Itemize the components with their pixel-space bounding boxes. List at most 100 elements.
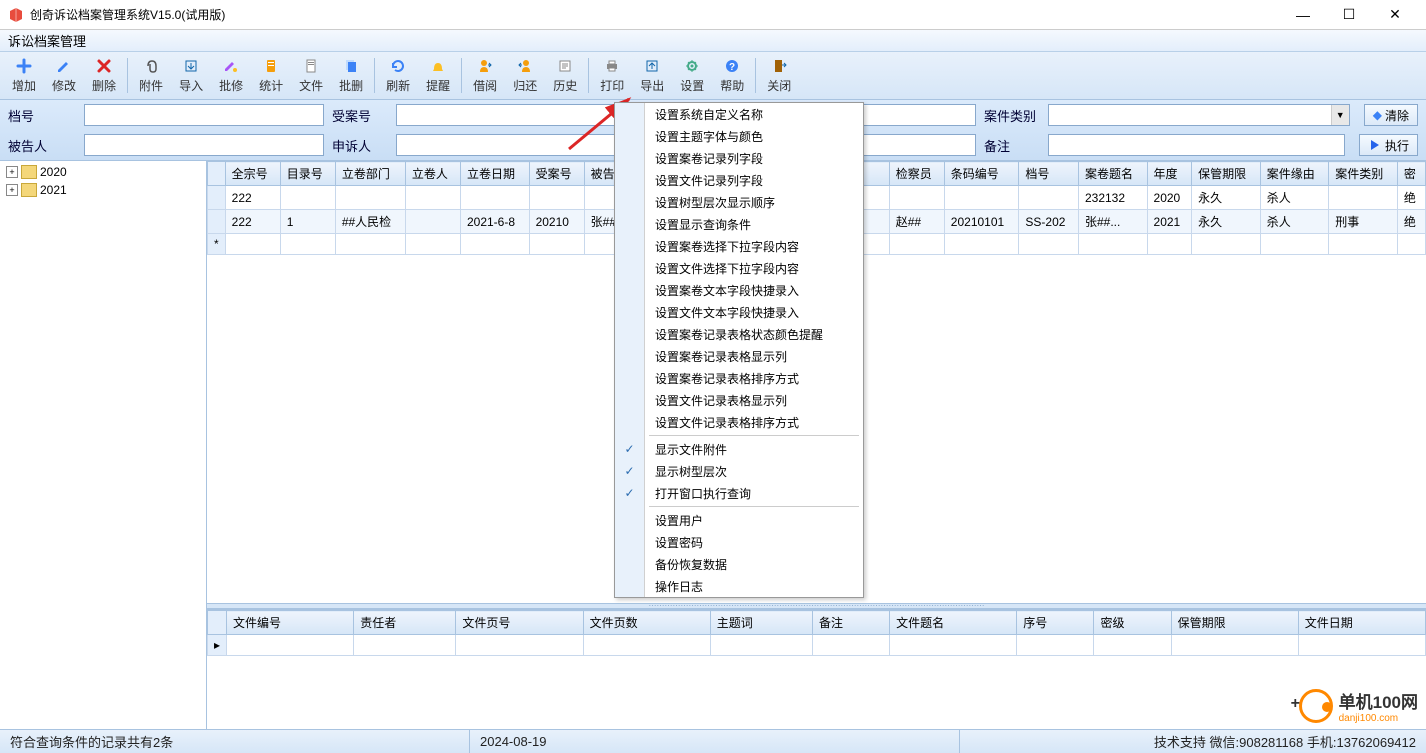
col-jianchayuan[interactable]: 检察员 bbox=[889, 162, 944, 186]
folder-icon bbox=[21, 183, 37, 197]
menu-item[interactable]: 设置案卷选择下拉字段内容 bbox=[615, 235, 863, 257]
table-row[interactable]: ▸ bbox=[208, 635, 1426, 656]
close-window-button[interactable]: ✕ bbox=[1372, 0, 1418, 30]
batch-edit-button[interactable]: 批修 bbox=[211, 54, 251, 97]
help-button[interactable]: ?帮助 bbox=[712, 54, 752, 97]
col-wenjianbh[interactable]: 文件编号 bbox=[227, 611, 354, 635]
col-wenjiantiming[interactable]: 文件题名 bbox=[890, 611, 1017, 635]
defendant-input[interactable] bbox=[84, 134, 324, 156]
run-icon bbox=[1368, 138, 1382, 152]
close-button[interactable]: 关闭 bbox=[759, 54, 799, 97]
col-miji[interactable]: 密级 bbox=[1094, 611, 1171, 635]
menu-item[interactable]: 设置案卷文本字段快捷录入 bbox=[615, 279, 863, 301]
plus-icon bbox=[15, 57, 33, 75]
clipboard-icon bbox=[262, 57, 280, 75]
detail-table[interactable]: 文件编号 责任者 文件页号 文件页数 主题词 备注 文件题名 序号 密级 保管期… bbox=[207, 609, 1426, 729]
menu-item[interactable]: 设置系统自定义名称 bbox=[615, 103, 863, 125]
folder-icon bbox=[21, 165, 37, 179]
col-miji[interactable]: 密 bbox=[1397, 162, 1425, 186]
menu-item[interactable]: 设置案卷记录列字段 bbox=[615, 147, 863, 169]
import-button[interactable]: 导入 bbox=[171, 54, 211, 97]
refresh-button[interactable]: 刷新 bbox=[378, 54, 418, 97]
menu-item[interactable]: 设置案卷记录表格状态颜色提醒 bbox=[615, 323, 863, 345]
status-date: 2024-08-19 bbox=[470, 730, 960, 753]
tree-node-2021[interactable]: + 2021 bbox=[2, 181, 204, 199]
menu-item[interactable]: 设置树型层次显示顺序 bbox=[615, 191, 863, 213]
col-tiaoma[interactable]: 条码编号 bbox=[944, 162, 1019, 186]
menu-item[interactable]: 设置用户 bbox=[615, 509, 863, 531]
col-zerenz[interactable]: 责任者 bbox=[354, 611, 456, 635]
col-lijuanren[interactable]: 立卷人 bbox=[405, 162, 460, 186]
attach-button[interactable]: 附件 bbox=[131, 54, 171, 97]
menu-item[interactable]: 设置案卷记录表格排序方式 bbox=[615, 367, 863, 389]
batch-delete-button[interactable]: 批删 bbox=[331, 54, 371, 97]
edit-button[interactable]: 修改 bbox=[44, 54, 84, 97]
file-button[interactable]: 文件 bbox=[291, 54, 331, 97]
defendant-label: 被告人 bbox=[8, 136, 80, 155]
col-anjuantiming[interactable]: 案卷题名 bbox=[1078, 162, 1147, 186]
svg-text:?: ? bbox=[729, 62, 735, 73]
print-button[interactable]: 打印 bbox=[592, 54, 632, 97]
col-zhutici[interactable]: 主题词 bbox=[710, 611, 812, 635]
bell-icon bbox=[429, 57, 447, 75]
col-lijuanbumen[interactable]: 立卷部门 bbox=[335, 162, 405, 186]
add-button[interactable]: 增加 bbox=[4, 54, 44, 97]
expand-icon[interactable]: + bbox=[6, 184, 18, 196]
menu-item-label: 设置案卷选择下拉字段内容 bbox=[645, 238, 863, 255]
col-mulu[interactable]: 目录号 bbox=[280, 162, 335, 186]
settings-button[interactable]: 设置 bbox=[672, 54, 712, 97]
menu-item[interactable]: 设置密码 bbox=[615, 531, 863, 553]
menu-item[interactable]: 操作日志 bbox=[615, 575, 863, 597]
borrow-button[interactable]: 借阅 bbox=[465, 54, 505, 97]
col-xuhao[interactable]: 序号 bbox=[1017, 611, 1094, 635]
col-lijuanriqi[interactable]: 立卷日期 bbox=[460, 162, 529, 186]
col-niandu[interactable]: 年度 bbox=[1147, 162, 1192, 186]
menu-item-label: 设置案卷记录表格显示列 bbox=[645, 348, 863, 365]
clear-button[interactable]: ◆清除 bbox=[1364, 104, 1418, 126]
menu-item[interactable]: 设置主题字体与颜色 bbox=[615, 125, 863, 147]
menu-item-label: 设置主题字体与颜色 bbox=[645, 128, 863, 145]
horizontal-splitter[interactable] bbox=[207, 603, 1426, 609]
minimize-button[interactable]: — bbox=[1280, 0, 1326, 30]
col-beizhu[interactable]: 备注 bbox=[812, 611, 889, 635]
return-button[interactable]: 归还 bbox=[505, 54, 545, 97]
col-shouanhao[interactable]: 受案号 bbox=[529, 162, 584, 186]
col-quanzong[interactable]: 全宗号 bbox=[225, 162, 280, 186]
menu-item[interactable]: 设置案卷记录表格显示列 bbox=[615, 345, 863, 367]
stats-button[interactable]: 统计 bbox=[251, 54, 291, 97]
history-button[interactable]: 历史 bbox=[545, 54, 585, 97]
menu-item[interactable]: ✓打开窗口执行查询 bbox=[615, 482, 863, 504]
col-anjianyuanyou[interactable]: 案件缘由 bbox=[1260, 162, 1329, 186]
chevron-down-icon[interactable]: ▼ bbox=[1331, 105, 1349, 125]
menu-item[interactable]: 设置显示查询条件 bbox=[615, 213, 863, 235]
col-wenjianyehao[interactable]: 文件页号 bbox=[456, 611, 583, 635]
col-anjianleibie[interactable]: 案件类别 bbox=[1329, 162, 1398, 186]
remark-input[interactable] bbox=[1048, 134, 1345, 156]
menu-item[interactable]: 设置文件记录表格排序方式 bbox=[615, 411, 863, 433]
menu-item[interactable]: ✓显示树型层次 bbox=[615, 460, 863, 482]
remind-button[interactable]: 提醒 bbox=[418, 54, 458, 97]
col-wenjianriqi[interactable]: 文件日期 bbox=[1298, 611, 1425, 635]
row-indicator-header bbox=[208, 611, 227, 635]
menu-item[interactable]: ✓显示文件附件 bbox=[615, 438, 863, 460]
menu-item[interactable]: 设置文件文本字段快捷录入 bbox=[615, 301, 863, 323]
menu-item[interactable]: 设置文件记录列字段 bbox=[615, 169, 863, 191]
menu-item-label: 设置文件记录列字段 bbox=[645, 172, 863, 189]
execute-button[interactable]: 执行 bbox=[1359, 134, 1418, 156]
case-type-combo[interactable] bbox=[1048, 104, 1350, 126]
col-baoguan[interactable]: 保管期限 bbox=[1192, 162, 1261, 186]
col-danghao[interactable]: 档号 bbox=[1019, 162, 1079, 186]
menu-item[interactable]: 备份恢复数据 bbox=[615, 553, 863, 575]
maximize-button[interactable]: ☐ bbox=[1326, 0, 1372, 30]
titlebar: 创奇诉讼档案管理系统V15.0(试用版) — ☐ ✕ bbox=[0, 0, 1426, 30]
menu-item-label: 设置树型层次显示顺序 bbox=[645, 194, 863, 211]
expand-icon[interactable]: + bbox=[6, 166, 18, 178]
export-button[interactable]: 导出 bbox=[632, 54, 672, 97]
delete-button[interactable]: 删除 bbox=[84, 54, 124, 97]
menu-item[interactable]: 设置文件记录表格显示列 bbox=[615, 389, 863, 411]
col-wenjianyeshu[interactable]: 文件页数 bbox=[583, 611, 710, 635]
menu-item[interactable]: 设置文件选择下拉字段内容 bbox=[615, 257, 863, 279]
col-baoguanqixian[interactable]: 保管期限 bbox=[1171, 611, 1298, 635]
tree-node-2020[interactable]: + 2020 bbox=[2, 163, 204, 181]
archive-no-input[interactable] bbox=[84, 104, 324, 126]
